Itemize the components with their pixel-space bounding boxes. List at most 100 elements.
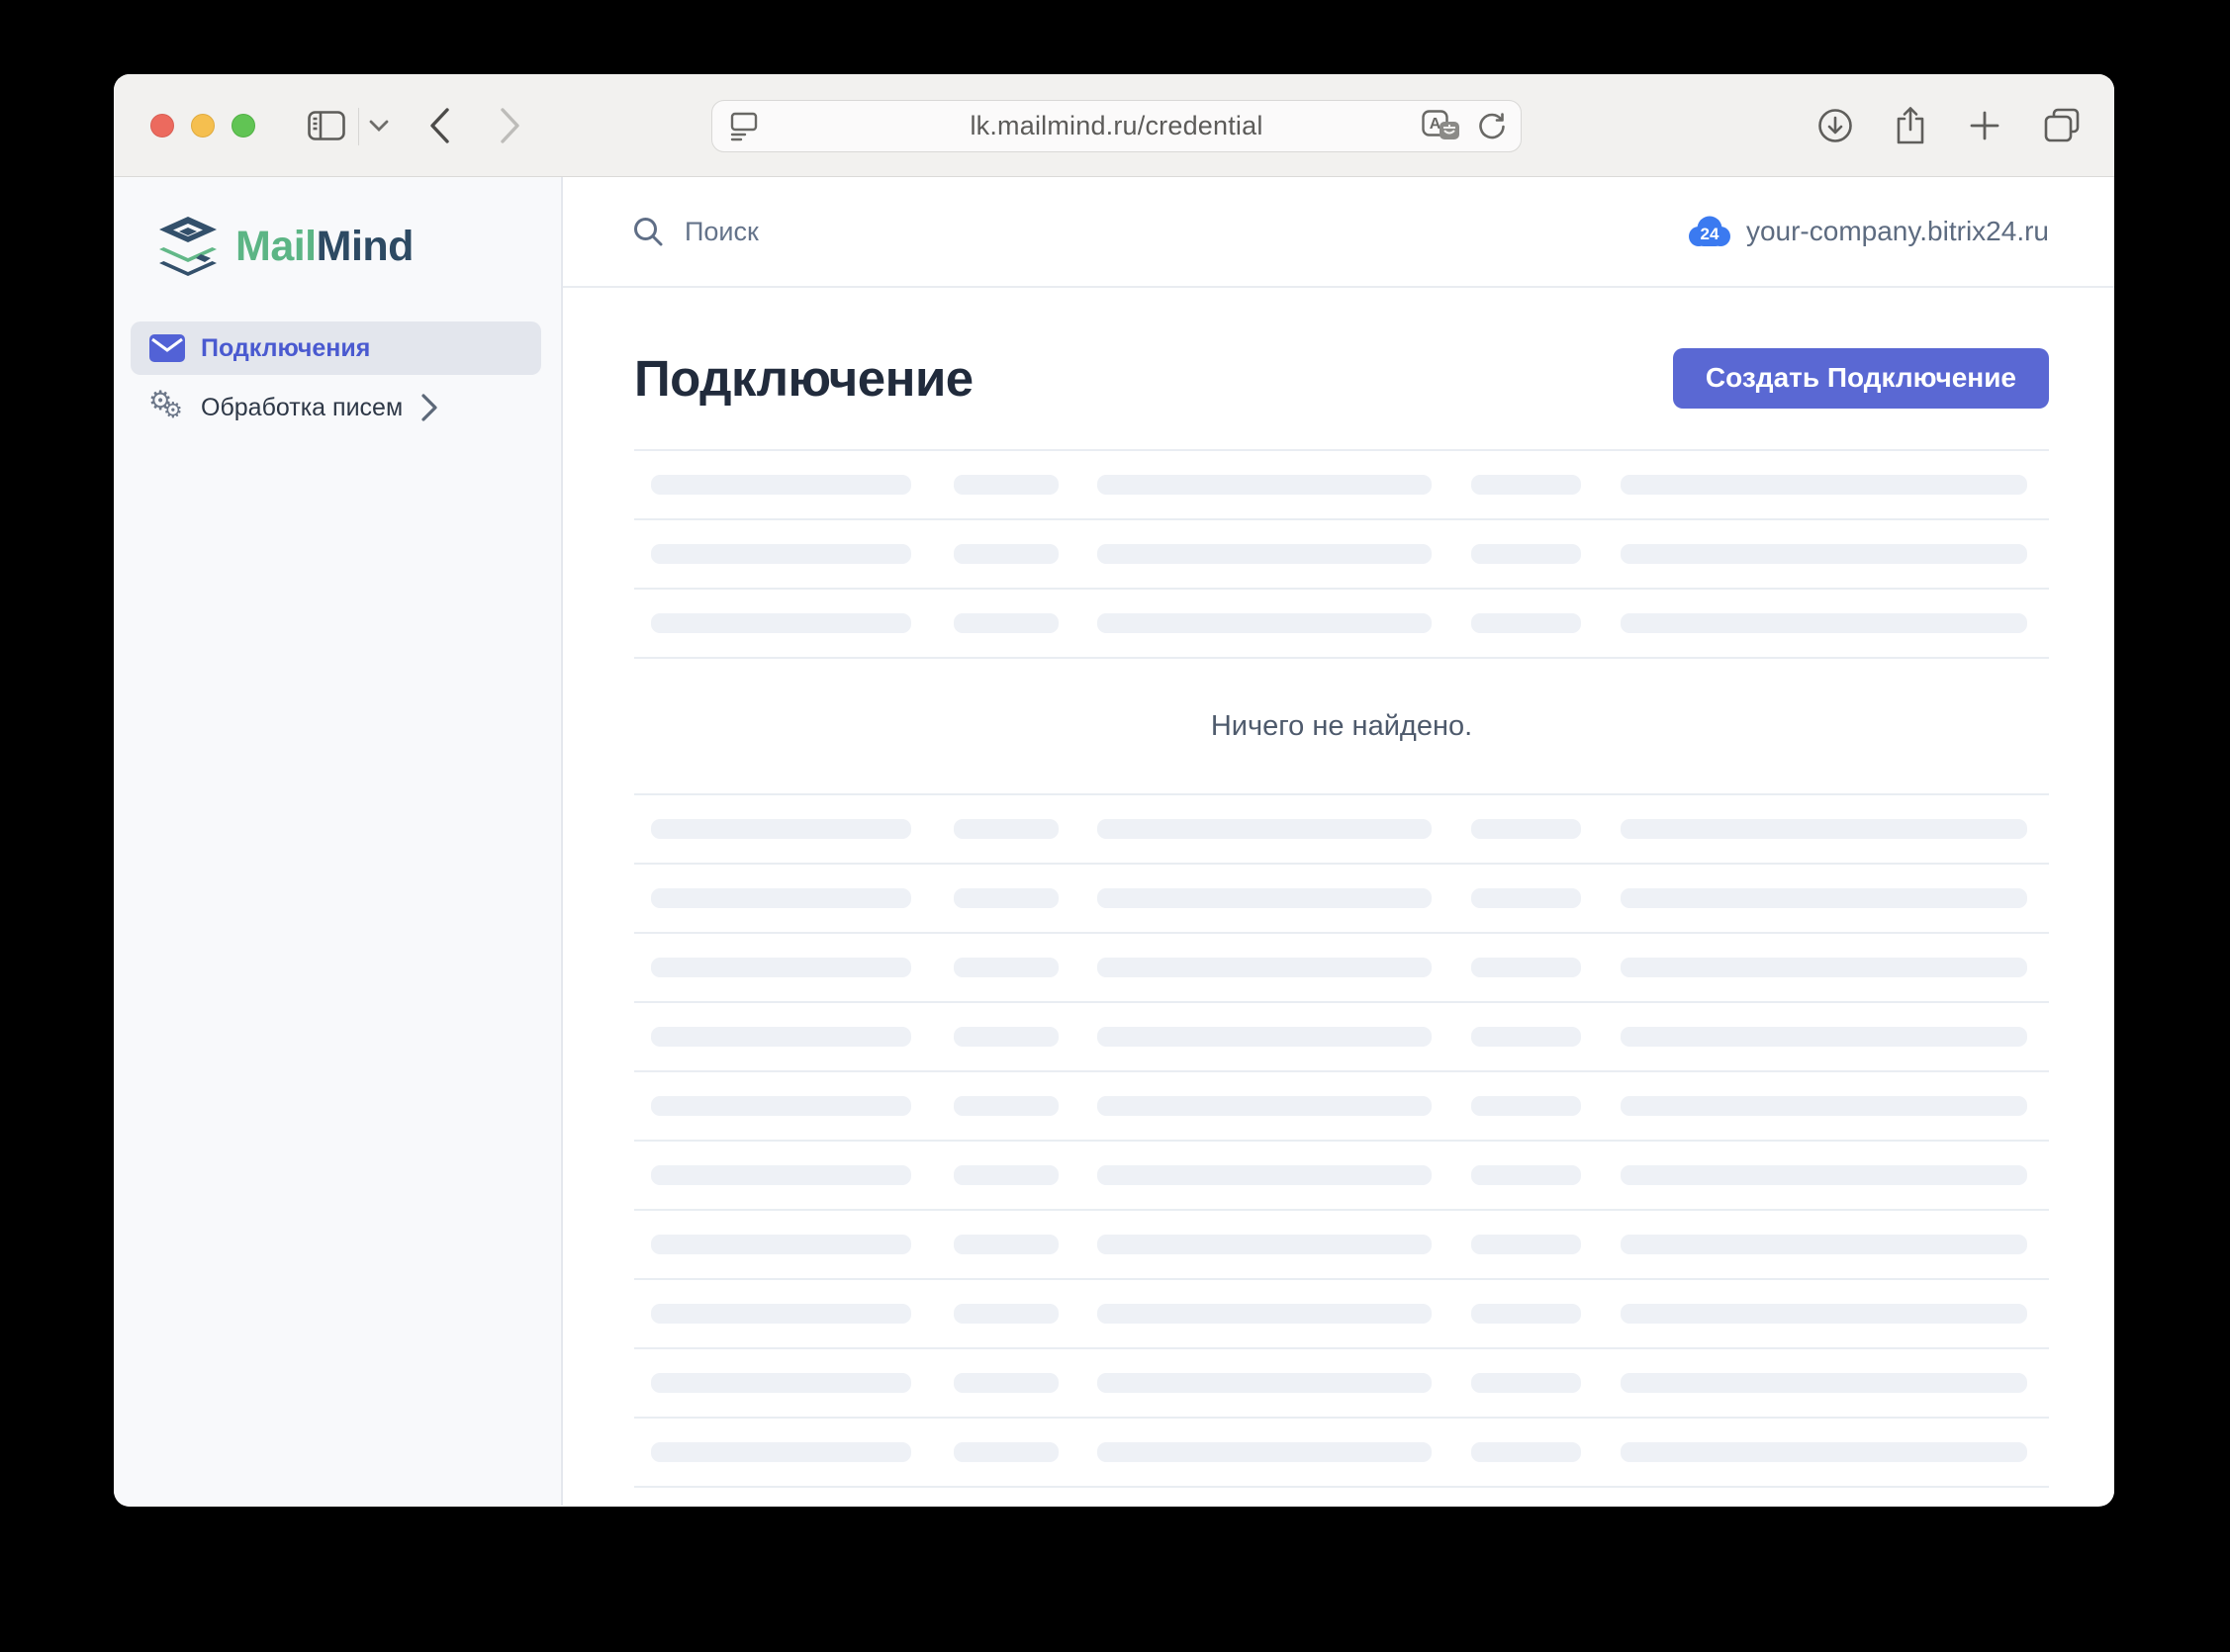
skeleton-bar — [651, 958, 911, 977]
skeleton-bar — [954, 1373, 1059, 1393]
skeleton-row — [634, 1072, 2049, 1142]
skeleton-bar — [954, 888, 1059, 908]
create-connection-button[interactable]: Создать Подключение — [1673, 348, 2049, 409]
bitrix24-account[interactable]: 24 your-company.bitrix24.ru — [1686, 215, 2049, 248]
skeleton-bar — [1471, 1373, 1581, 1393]
skeleton-bar — [651, 1165, 911, 1185]
sidebar-toggle-icon[interactable] — [308, 111, 345, 140]
skeleton-bar — [651, 613, 911, 633]
skeleton-row — [634, 865, 2049, 934]
skeleton-bar — [1621, 1096, 2027, 1116]
back-icon[interactable] — [428, 108, 450, 143]
skeleton-bar — [1097, 1373, 1432, 1393]
skeleton-bar — [1621, 544, 2027, 564]
skeleton-bar — [954, 958, 1059, 977]
skeleton-bar — [1097, 1096, 1432, 1116]
screen-background: lk.mailmind.ru/credential A — [0, 0, 2230, 1652]
page-content: Подключение Создать Подключение Ничего н… — [563, 288, 2114, 1506]
tab-overview-icon[interactable] — [2043, 108, 2081, 143]
browser-toolbar: lk.mailmind.ru/credential A — [114, 74, 2114, 177]
forward-icon[interactable] — [500, 108, 521, 143]
account-domain: your-company.bitrix24.ru — [1746, 216, 2049, 247]
main-header: Поиск 24 your-company.bitr — [563, 177, 2114, 288]
skeleton-bar — [651, 1304, 911, 1324]
skeleton-bar — [651, 888, 911, 908]
sidebar-item-label: Подключения — [201, 334, 370, 363]
skeleton-bar — [1471, 819, 1581, 839]
sidebar-item-connections[interactable]: Подключения — [131, 321, 541, 375]
window-controls — [150, 114, 255, 138]
skeleton-row — [634, 1280, 2049, 1349]
connections-table: Ничего не найдено. — [634, 449, 2049, 1488]
skeleton-bar — [954, 1027, 1059, 1047]
sidebar-nav: Подключения ⚙⚙ Обработка писем — [131, 321, 541, 434]
skeleton-row — [634, 1003, 2049, 1072]
skeleton-bar — [1471, 888, 1581, 908]
skeleton-bar — [1471, 1235, 1581, 1254]
mailmind-logo-text: MailMind — [235, 223, 414, 271]
sidebar-item-mail-processing[interactable]: ⚙⚙ Обработка писем — [131, 381, 541, 434]
bitrix24-cloud-icon: 24 — [1686, 215, 1733, 248]
skeleton-bar — [651, 819, 911, 839]
skeleton-bar — [1471, 544, 1581, 564]
skeleton-row — [634, 1142, 2049, 1211]
skeleton-rows-bottom — [634, 795, 2049, 1488]
skeleton-bar — [651, 1442, 911, 1462]
skeleton-bar — [651, 1096, 911, 1116]
close-window-button[interactable] — [150, 114, 174, 138]
search-icon — [632, 216, 664, 247]
skeleton-bar — [1471, 1096, 1581, 1116]
svg-text:A: A — [1430, 116, 1441, 133]
skeleton-bar — [651, 1027, 911, 1047]
chevron-down-icon[interactable] — [369, 120, 389, 132]
mail-envelope-icon — [148, 334, 186, 362]
skeleton-bar — [651, 1235, 911, 1254]
skeleton-bar — [1471, 1442, 1581, 1462]
minimize-window-button[interactable] — [191, 114, 215, 138]
skeleton-row — [634, 520, 2049, 590]
mailmind-logo[interactable]: MailMind — [155, 217, 561, 276]
skeleton-bar — [954, 475, 1059, 495]
sidebar-item-label: Обработка писем — [201, 394, 403, 422]
zoom-window-button[interactable] — [232, 114, 255, 138]
page-title: Подключение — [634, 349, 974, 408]
skeleton-bar — [1471, 1027, 1581, 1047]
skeleton-bar — [1471, 1165, 1581, 1185]
toolbar-divider — [358, 108, 359, 145]
new-tab-icon[interactable] — [1968, 109, 2001, 142]
skeleton-bar — [651, 475, 911, 495]
browser-window: lk.mailmind.ru/credential A — [114, 74, 2114, 1507]
skeleton-bar — [651, 1373, 911, 1393]
downloads-icon[interactable] — [1817, 108, 1853, 143]
skeleton-bar — [1621, 958, 2027, 977]
skeleton-row — [634, 934, 2049, 1003]
skeleton-row — [634, 590, 2049, 659]
reload-icon[interactable] — [1477, 111, 1507, 142]
skeleton-row — [634, 1211, 2049, 1280]
sidebar: MailMind Подключения — [114, 177, 563, 1506]
skeleton-bar — [1621, 1304, 2027, 1324]
empty-state-message: Ничего не найдено. — [634, 659, 2049, 795]
address-bar[interactable]: lk.mailmind.ru/credential A — [711, 100, 1522, 152]
skeleton-bar — [1097, 888, 1432, 908]
skeleton-bar — [1471, 958, 1581, 977]
skeleton-bar — [1471, 613, 1581, 633]
skeleton-row — [634, 451, 2049, 520]
skeleton-bar — [1097, 544, 1432, 564]
skeleton-bar — [1621, 819, 2027, 839]
main-area: Поиск 24 your-company.bitr — [563, 177, 2114, 1506]
skeleton-bar — [1097, 475, 1432, 495]
skeleton-row — [634, 1419, 2049, 1488]
skeleton-bar — [1621, 1235, 2027, 1254]
skeleton-bar — [1621, 888, 2027, 908]
skeleton-bar — [1097, 613, 1432, 633]
share-icon[interactable] — [1895, 106, 1926, 145]
skeleton-bar — [1097, 1304, 1432, 1324]
skeleton-bar — [1097, 1235, 1432, 1254]
search-placeholder: Поиск — [685, 217, 759, 247]
skeleton-bar — [1621, 1027, 2027, 1047]
search-input[interactable]: Поиск — [632, 216, 759, 247]
skeleton-bar — [1621, 1165, 2027, 1185]
translate-icon[interactable]: A — [1422, 110, 1461, 143]
skeleton-bar — [954, 1235, 1059, 1254]
